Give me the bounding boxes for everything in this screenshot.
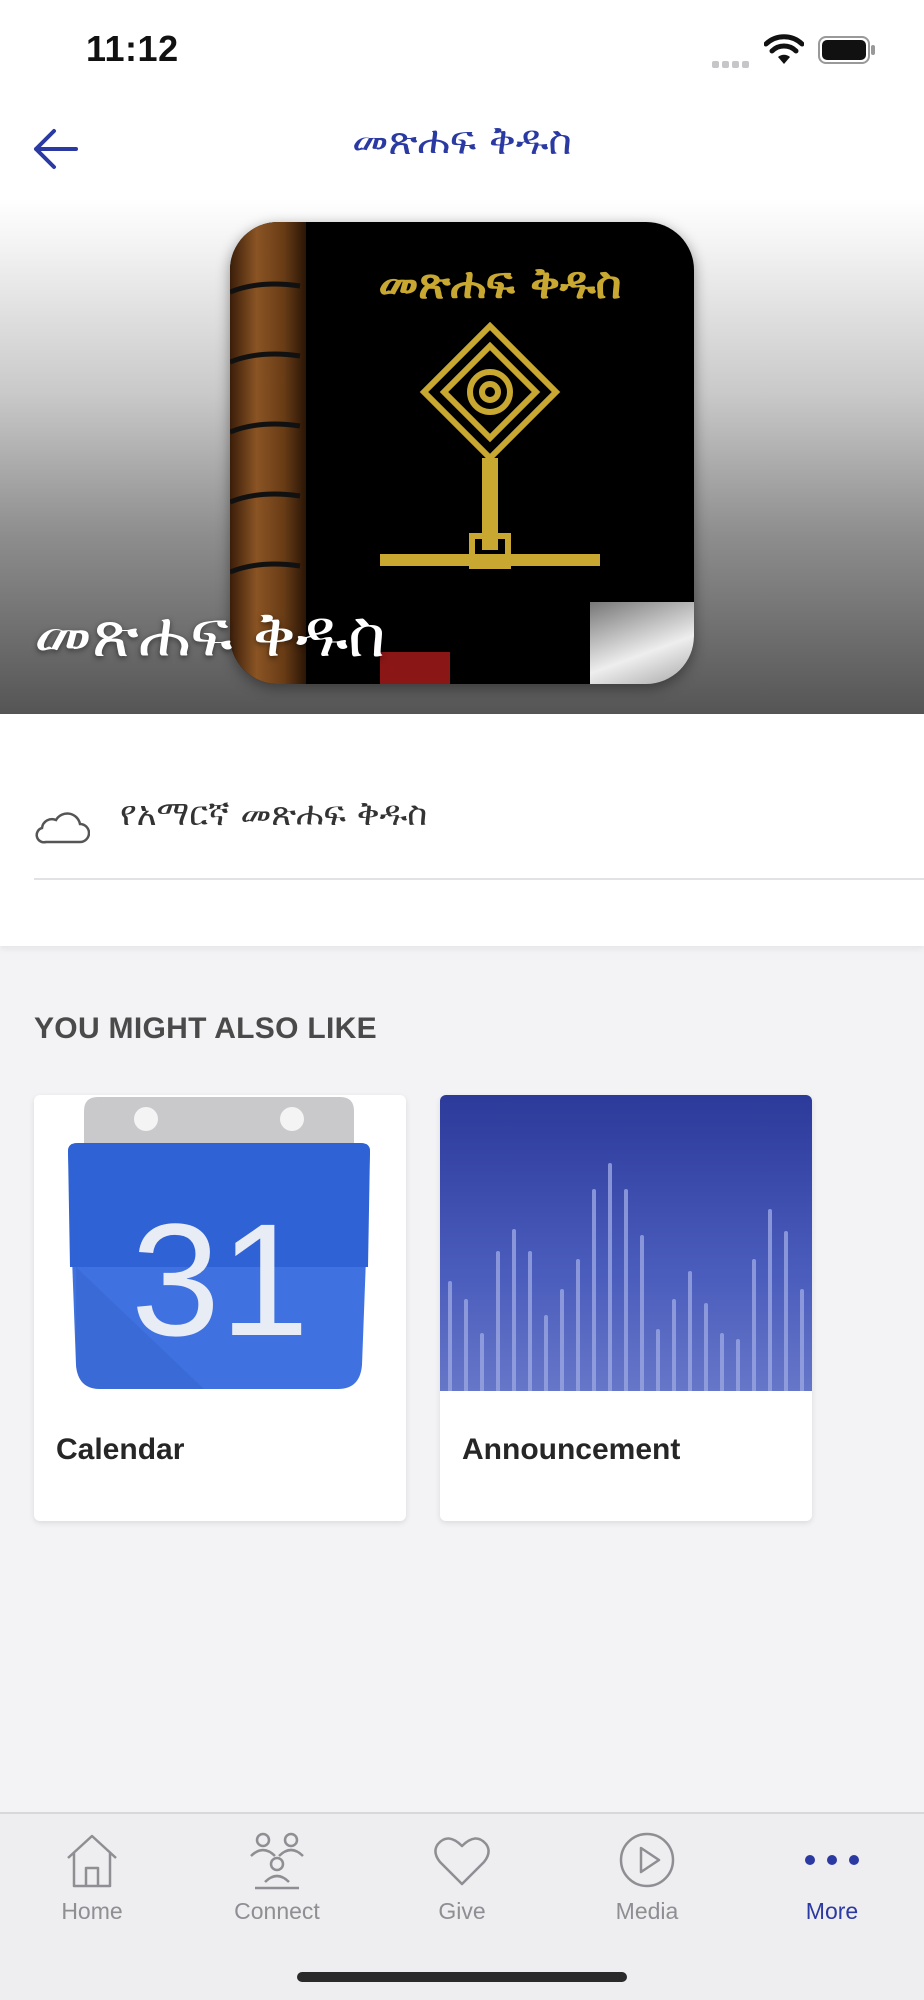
hero-title: መጽሐፍ ቅዱስ	[34, 598, 386, 672]
tab-label: Media	[615, 1898, 679, 1924]
tab-label: More	[805, 1898, 859, 1924]
hero-banner: መጽሐፍ ቅዱስ መጽሐፍ ቅዱስ	[0, 198, 924, 714]
tab-label: Connect	[234, 1898, 320, 1924]
sound-wave-image	[448, 1163, 804, 1393]
tab-label: Give	[438, 1898, 486, 1924]
navigation-bar: መጽሐፍ ቅዱስ	[0, 100, 924, 198]
list-item[interactable]: የአማርኛ መጽሐፍ ቅዱስ	[34, 774, 924, 880]
calendar-card[interactable]: 31 Calendar	[34, 1095, 406, 1521]
home-indicator[interactable]	[297, 1972, 627, 1982]
people-icon	[250, 1832, 304, 1890]
heart-icon	[434, 1837, 490, 1886]
bookmark-ribbon	[380, 652, 450, 684]
tab-home[interactable]: Home	[0, 1814, 184, 1944]
tab-more[interactable]: More	[740, 1814, 924, 1944]
card-label: Announcement	[462, 1433, 681, 1466]
ethiopian-cross-icon	[380, 322, 600, 569]
tab-label: Home	[61, 1898, 123, 1924]
card-label: Calendar	[56, 1433, 185, 1466]
play-icon	[619, 1832, 675, 1888]
wifi-icon	[764, 34, 804, 64]
tab-connect[interactable]: Connect	[185, 1814, 369, 1944]
announcement-card[interactable]: Announcement	[440, 1095, 812, 1521]
tab-media[interactable]: Media	[555, 1814, 739, 1944]
content-list: የአማርኛ መጽሐፍ ቅዱስ	[0, 714, 924, 946]
announcement-image	[440, 1095, 812, 1393]
tab-give[interactable]: Give	[370, 1814, 554, 1944]
book-cover-title: መጽሐፍ ቅዱስ	[378, 258, 622, 309]
svg-text:31: 31	[131, 1190, 309, 1369]
battery-icon	[818, 36, 875, 64]
page-title: መጽሐፍ ቅዱስ	[352, 118, 572, 164]
list-item-label: የአማርኛ መጽሐፍ ቅዱስ	[120, 794, 428, 834]
status-bar: 11:12	[0, 0, 924, 100]
calendar-icon: 31	[68, 1097, 370, 1389]
section-heading: YOU MIGHT ALSO LIKE	[34, 1012, 377, 1045]
cellular-signal-icon	[712, 55, 752, 73]
home-icon	[67, 1834, 117, 1888]
status-time: 11:12	[86, 28, 179, 69]
cloud-icon	[35, 812, 90, 844]
more-dots-icon	[805, 1855, 859, 1865]
